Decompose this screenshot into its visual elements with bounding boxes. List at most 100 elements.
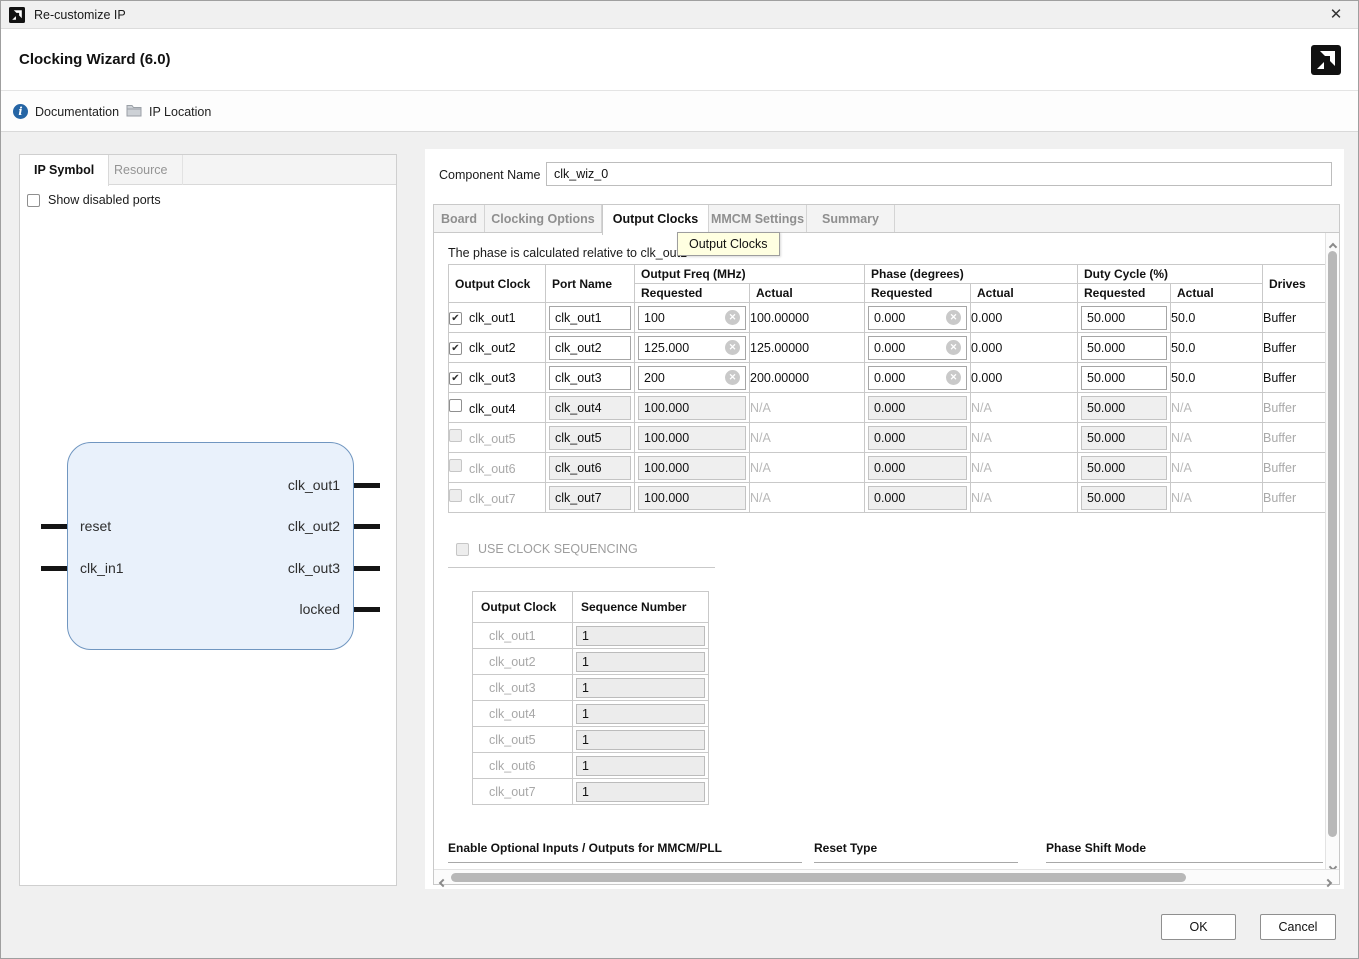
drives-value: Buffer — [1263, 483, 1329, 513]
col-duty-cycle: Duty Cycle (%) — [1078, 265, 1263, 284]
clock-enable-checkbox[interactable]: ✔ — [449, 312, 462, 325]
freq-actual-value: N/A — [750, 453, 865, 483]
port-name-input[interactable]: clk_out2 — [549, 336, 631, 360]
freq-requested-value: 200 — [644, 371, 665, 385]
section-optional-io: Enable Optional Inputs / Outputs for MMC… — [448, 841, 802, 863]
drives-value: Buffer — [1263, 453, 1329, 483]
clock-enable-checkbox[interactable]: ✔ — [449, 372, 462, 385]
component-name-label: Component Name — [439, 168, 540, 182]
tab-tooltip: Output Clocks — [677, 232, 780, 256]
port-name-value: clk_out3 — [555, 371, 602, 385]
ip-location-button[interactable]: IP Location — [126, 91, 211, 132]
vertical-scrollbar[interactable] — [1325, 233, 1339, 870]
horizontal-scrollbar-thumb[interactable] — [451, 873, 1186, 882]
duty-requested-input: 50.000 — [1081, 396, 1167, 420]
recustomize-ip-dialog: Re-customize IP ✕ Clocking Wizard (6.0) … — [0, 0, 1359, 959]
table-row: clk_out61 — [473, 753, 709, 779]
table-row: clk_out71 — [473, 779, 709, 805]
freq-actual-value: 200.00000 — [750, 363, 865, 393]
port-stub-clk-in1 — [41, 566, 67, 571]
freq-requested-input: 100.000 — [638, 426, 746, 450]
scroll-right-icon[interactable] — [1325, 873, 1335, 883]
component-name-input[interactable]: clk_wiz_0 — [546, 162, 1332, 186]
duty-requested-input[interactable]: 50.000 — [1081, 306, 1167, 330]
col-duty-requested: Requested — [1078, 284, 1171, 303]
freq-actual-value: N/A — [750, 393, 865, 423]
clear-icon[interactable]: ✕ — [725, 340, 740, 355]
output-clock-label: clk_out5 — [469, 432, 516, 446]
title-bar: Re-customize IP ✕ — [1, 1, 1358, 29]
tab-output-clocks[interactable]: Output Clocks — [602, 205, 709, 235]
col-phase-actual: Actual — [971, 284, 1078, 303]
sequence-number-input: 1 — [576, 652, 705, 672]
clock-enable-checkbox[interactable] — [449, 399, 462, 412]
scroll-left-icon[interactable] — [438, 873, 448, 883]
scroll-down-icon[interactable] — [1329, 857, 1339, 867]
vertical-scrollbar-thumb[interactable] — [1328, 251, 1337, 837]
clear-icon[interactable]: ✕ — [946, 340, 961, 355]
tab-resource[interactable]: Resource — [100, 155, 183, 185]
clear-icon[interactable]: ✕ — [946, 370, 961, 385]
port-name-input[interactable]: clk_out1 — [549, 306, 631, 330]
use-clock-sequencing-row: USE CLOCK SEQUENCING — [456, 542, 638, 556]
show-disabled-ports-checkbox[interactable] — [27, 194, 40, 207]
duty-actual-value: N/A — [1171, 453, 1263, 483]
clock-enable-checkbox[interactable]: ✔ — [449, 342, 462, 355]
duty-actual-value: N/A — [1171, 423, 1263, 453]
phase-requested-input[interactable]: 0.000✕ — [868, 366, 967, 390]
duty-requested-input: 50.000 — [1081, 486, 1167, 510]
freq-requested-input: 100.000 — [638, 396, 746, 420]
tab-summary[interactable]: Summary — [807, 205, 895, 233]
freq-requested-input[interactable]: 200 ✕ — [638, 366, 746, 390]
phase-actual-value: N/A — [971, 423, 1078, 453]
tab-clocking-options[interactable]: Clocking Options — [485, 205, 602, 233]
cancel-button[interactable]: Cancel — [1260, 914, 1336, 940]
duty-requested-input[interactable]: 50.000 — [1081, 336, 1167, 360]
freq-actual-value: 125.00000 — [750, 333, 865, 363]
output-clocks-pane: The phase is calculated relative to clk_… — [433, 232, 1340, 885]
seq-clock-label: clk_out6 — [473, 753, 573, 779]
duty-requested-input: 50.000 — [1081, 426, 1167, 450]
close-icon[interactable]: ✕ — [1326, 5, 1346, 25]
port-name-input: clk_out7 — [549, 486, 631, 510]
main-tab-bar: Board Clocking Options Output Clocks MMC… — [433, 204, 1340, 233]
sequence-number-input: 1 — [576, 704, 705, 724]
duty-requested-value: 50.000 — [1087, 401, 1125, 415]
sequence-number-input: 1 — [576, 782, 705, 802]
port-name-value: clk_out5 — [555, 431, 602, 445]
clear-icon[interactable]: ✕ — [725, 370, 740, 385]
duty-requested-value: 50.000 — [1087, 491, 1125, 505]
port-stub-reset — [41, 524, 67, 529]
clear-icon[interactable]: ✕ — [946, 310, 961, 325]
duty-requested-input: 50.000 — [1081, 456, 1167, 480]
phase-requested-input[interactable]: 0.000✕ — [868, 336, 967, 360]
phase-actual-value: N/A — [971, 393, 1078, 423]
check-icon: ✔ — [451, 313, 459, 324]
col-port-name: Port Name — [546, 265, 635, 303]
phase-actual-value: N/A — [971, 483, 1078, 513]
duty-actual-value: 50.0 — [1171, 363, 1263, 393]
duty-requested-input[interactable]: 50.000 — [1081, 366, 1167, 390]
port-name-input[interactable]: clk_out3 — [549, 366, 631, 390]
xilinx-logo-icon — [9, 7, 25, 28]
ok-button[interactable]: OK — [1161, 914, 1236, 940]
port-label-clk-out3: clk_out3 — [288, 560, 340, 576]
horizontal-scrollbar[interactable] — [434, 869, 1339, 884]
freq-actual-value: 100.00000 — [750, 303, 865, 333]
tab-ip-symbol[interactable]: IP Symbol — [20, 155, 109, 186]
clear-icon[interactable]: ✕ — [725, 310, 740, 325]
tab-board[interactable]: Board — [434, 205, 485, 233]
freq-requested-value: 100.000 — [644, 431, 689, 445]
table-row: clk_out31 — [473, 675, 709, 701]
drives-value: Buffer — [1263, 363, 1329, 393]
phase-requested-input: 0.000 — [868, 396, 967, 420]
freq-requested-input[interactable]: 125.000✕ — [638, 336, 746, 360]
window-title: Re-customize IP — [34, 8, 126, 22]
col-sequence-number: Sequence Number — [573, 592, 709, 623]
scroll-up-icon[interactable] — [1329, 237, 1339, 247]
tab-mmcm-settings[interactable]: MMCM Settings — [709, 205, 807, 233]
freq-requested-input[interactable]: 100✕ — [638, 306, 746, 330]
phase-requested-input[interactable]: 0.000✕ — [868, 306, 967, 330]
phase-actual-value: 0.000 — [971, 333, 1078, 363]
documentation-button[interactable]: i Documentation — [13, 91, 119, 132]
